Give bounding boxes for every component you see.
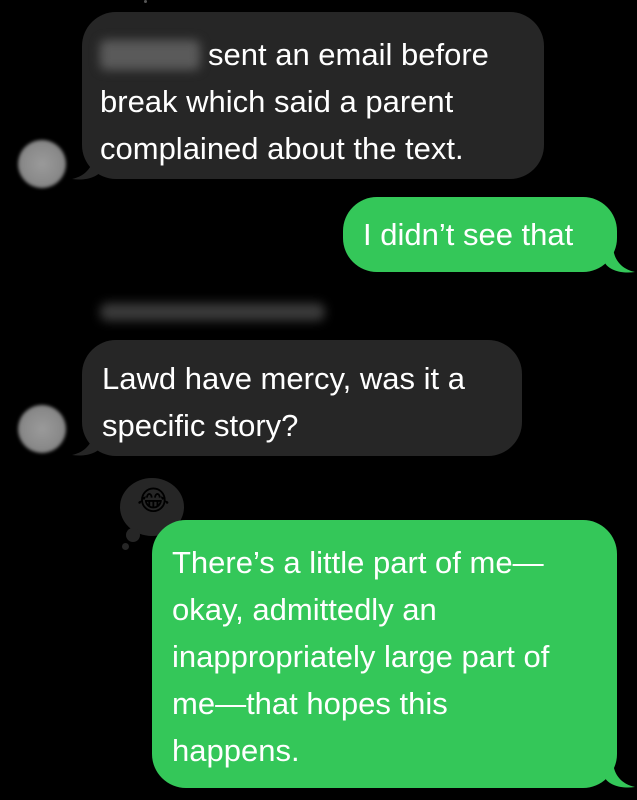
incoming-bubble-tail xyxy=(72,152,102,180)
reaction-bubble-tail xyxy=(126,528,140,542)
message-text: Lawd have mercy, was it a specific story… xyxy=(102,361,465,443)
contact-avatar[interactable] xyxy=(18,405,66,453)
message-text: I didn’t see that xyxy=(363,217,574,252)
outgoing-message-bubble[interactable]: I didn’t see that xyxy=(343,197,617,272)
contact-avatar[interactable] xyxy=(18,140,66,188)
outgoing-bubble-tail xyxy=(605,760,635,788)
reaction-bubble-tail xyxy=(122,543,129,550)
incoming-message-bubble[interactable]: sent an email before break which said a … xyxy=(82,12,544,179)
outgoing-bubble-tail xyxy=(605,245,635,273)
sender-name-redacted xyxy=(100,303,325,321)
laughing-emoji-icon: 😂 xyxy=(137,485,170,516)
message-text: There’s a little part of me— okay, admit… xyxy=(172,545,550,768)
sender-name-redacted xyxy=(100,40,200,70)
outgoing-message-bubble[interactable]: There’s a little part of me— okay, admit… xyxy=(152,520,617,788)
incoming-bubble-tail xyxy=(72,428,102,456)
incoming-message-bubble[interactable]: Lawd have mercy, was it a specific story… xyxy=(82,340,522,456)
top-scroll-dot xyxy=(144,0,147,3)
